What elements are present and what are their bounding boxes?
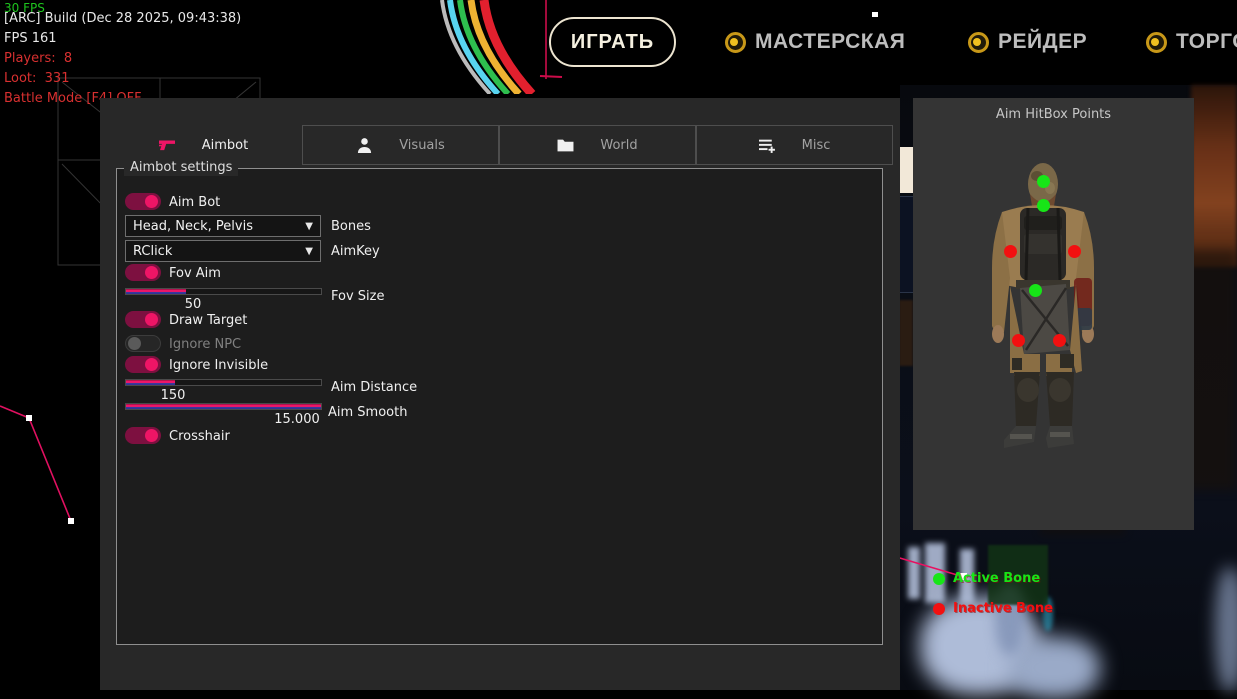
aimbot-settings-group: Aimbot settings Aim Bot Head, Neck, Pelv… <box>116 168 883 645</box>
bone-dot-pelvis <box>1029 284 1042 297</box>
bone-dot-left-shoulder <box>1004 245 1017 258</box>
aimkey-dropdown[interactable]: RClick ▼ <box>125 240 321 262</box>
play-button[interactable]: ИГРАТЬ <box>549 17 676 67</box>
fov-size-value: 50 <box>163 297 223 312</box>
aim-bot-label: Aim Bot <box>169 195 220 210</box>
game-screen: { "overlay": { "fps_counter": "30 FPS", … <box>0 0 1237 690</box>
menu-item-label: МАСТЕРСКАЯ <box>755 30 905 54</box>
hitbox-panel: Aim HitBox Points <box>913 98 1194 530</box>
fov-aim-toggle[interactable] <box>125 264 161 281</box>
aimkey-dropdown-value: RClick <box>133 244 172 259</box>
fov-aim-label: Fov Aim <box>169 266 221 281</box>
fov-size-slider-fill <box>126 289 186 294</box>
tab-misc[interactable]: Misc <box>696 125 893 165</box>
bone-dot-right-shoulder <box>1068 245 1081 258</box>
group-title: Aimbot settings <box>124 160 238 176</box>
tab-label: Misc <box>802 138 831 153</box>
folder-icon <box>557 137 574 154</box>
active-bone-dot-icon <box>933 573 945 585</box>
tab-aimbot[interactable]: Aimbot <box>105 125 302 165</box>
legend-inactive-bone: Inactive Bone <box>933 601 1053 616</box>
draw-target-label: Draw Target <box>169 313 247 328</box>
ignore-npc-toggle[interactable] <box>125 335 161 352</box>
fov-size-label: Fov Size <box>331 289 384 304</box>
aim-smooth-slider-fill <box>126 404 321 409</box>
legend-label: Active Bone <box>953 571 1040 586</box>
tab-visuals[interactable]: Visuals <box>302 125 499 165</box>
menu-item-raider[interactable]: РЕЙДЕР <box>968 30 1087 54</box>
hud-dot <box>872 12 878 17</box>
bones-dropdown[interactable]: Head, Neck, Pelvis ▼ <box>125 215 321 237</box>
aim-distance-slider-fill <box>126 380 175 385</box>
bone-dot-head <box>1037 175 1050 188</box>
aim-distance-slider[interactable] <box>125 379 322 386</box>
tab-label: World <box>600 138 637 153</box>
bone-dot-left-thigh <box>1012 334 1025 347</box>
ignore-invisible-toggle[interactable] <box>125 356 161 373</box>
crosshair-label: Crosshair <box>169 429 230 444</box>
menu-item-label: ТОРГО <box>1176 30 1237 54</box>
aimkey-label: AimKey <box>331 244 380 259</box>
aim-smooth-label: Aim Smooth <box>328 405 407 420</box>
tab-label: Visuals <box>399 138 445 153</box>
legend-active-bone: Active Bone <box>933 571 1040 586</box>
tab-world[interactable]: World <box>499 125 696 165</box>
ignore-npc-label: Ignore NPC <box>169 337 241 352</box>
draw-target-toggle[interactable] <box>125 311 161 328</box>
aim-distance-label: Aim Distance <box>331 380 417 395</box>
bones-label: Bones <box>331 219 371 234</box>
person-icon <box>356 137 373 154</box>
play-button-label: ИГРАТЬ <box>571 31 654 54</box>
legend-label: Inactive Bone <box>953 601 1053 616</box>
menu-item-workshop[interactable]: МАСТЕРСКАЯ <box>725 30 905 54</box>
players-count-text: Players: 8 <box>4 51 72 66</box>
chevron-down-icon: ▼ <box>305 221 313 232</box>
menu-item-label: РЕЙДЕР <box>998 30 1087 54</box>
coin-icon <box>725 32 746 53</box>
coin-icon <box>1146 32 1167 53</box>
playlist-add-icon <box>759 137 776 154</box>
bone-dot-neck <box>1037 199 1050 212</box>
bone-dot-right-thigh <box>1053 334 1066 347</box>
aim-distance-value: 150 <box>143 388 203 403</box>
bones-dropdown-value: Head, Neck, Pelvis <box>133 219 253 234</box>
chevron-down-icon: ▼ <box>305 246 313 257</box>
pistol-icon <box>159 137 176 154</box>
cheat-menu-panel: Aimbot Visuals World Misc <box>100 98 900 690</box>
aim-bot-toggle[interactable] <box>125 193 161 210</box>
inactive-bone-dot-icon <box>933 603 945 615</box>
aim-smooth-slider[interactable] <box>125 403 322 410</box>
tab-label: Aimbot <box>202 138 248 153</box>
tab-bar: Aimbot Visuals World Misc <box>105 125 893 165</box>
menu-item-trade[interactable]: ТОРГО <box>1146 30 1237 54</box>
fps-text: FPS 161 <box>4 31 57 46</box>
loot-count-text: Loot: 331 <box>4 71 69 86</box>
crosshair-toggle[interactable] <box>125 427 161 444</box>
aim-smooth-value: 15.000 <box>267 412 327 427</box>
hitbox-panel-title: Aim HitBox Points <box>913 107 1194 122</box>
coin-icon <box>968 32 989 53</box>
fov-size-slider[interactable] <box>125 288 322 295</box>
build-info-text: [ARC] Build (Dec 28 2025, 09:43:38) <box>4 11 241 26</box>
ignore-invisible-label: Ignore Invisible <box>169 358 268 373</box>
